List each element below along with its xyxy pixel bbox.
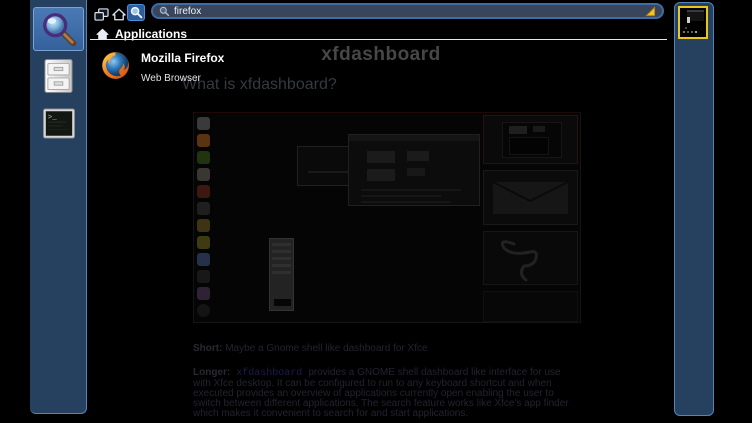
firefox-icon [99, 49, 132, 82]
bg-screenshot-iconstrip [197, 117, 214, 321]
search-view-button[interactable] [127, 4, 145, 21]
result-text: Mozilla Firefox Web Browser [141, 49, 224, 85]
search-input[interactable] [170, 6, 645, 17]
quicklaunch-sidebar: >_ [30, 0, 87, 414]
bg-thumb-panel-squiggle [483, 231, 578, 285]
xfdashboard-overlay: xfdashboard What is xfdashboard? [0, 0, 752, 423]
results-section-divider [90, 39, 667, 40]
file-manager-icon [44, 58, 73, 94]
workspace-panel [674, 2, 714, 416]
bg-thumb-panel-1 [483, 115, 578, 164]
bg-short-label: Short: [193, 343, 222, 354]
search-result-firefox[interactable]: Mozilla Firefox Web Browser [99, 49, 399, 85]
terminal-icon: >_ [43, 108, 75, 139]
svg-text:>_: >_ [48, 114, 58, 122]
applications-view-button[interactable] [111, 8, 127, 21]
bg-longer-paragraph: Longer: xfdashboard provides a GNOME she… [193, 368, 575, 419]
workspace-thumbnail[interactable] [678, 6, 708, 39]
search-box [151, 3, 664, 19]
bg-dialog-window [348, 134, 480, 206]
bg-thumb-panel-4 [483, 291, 578, 322]
result-subtitle: Web Browser [141, 65, 224, 84]
applications-view-icon [112, 8, 126, 21]
bg-short-paragraph: Short: Maybe a Gnome shell like dashboar… [193, 344, 575, 354]
sidebar-item-terminal[interactable]: >_ [43, 108, 75, 139]
sidebar-item-search[interactable] [33, 7, 84, 51]
search-field-icon [159, 6, 170, 17]
result-title: Mozilla Firefox [141, 49, 224, 65]
bg-thumb-panel-envelope [483, 170, 578, 225]
windows-view-button[interactable] [93, 8, 109, 21]
search-view-icon [130, 6, 143, 19]
bg-screenshot-image [193, 112, 581, 323]
search-secondary-icon[interactable] [645, 6, 656, 17]
bg-menu-popup [269, 238, 294, 311]
search-icon [40, 10, 78, 48]
sidebar-item-file-manager[interactable] [44, 58, 73, 94]
bg-longer-label: Longer: [193, 367, 230, 378]
windows-view-icon [94, 8, 109, 21]
